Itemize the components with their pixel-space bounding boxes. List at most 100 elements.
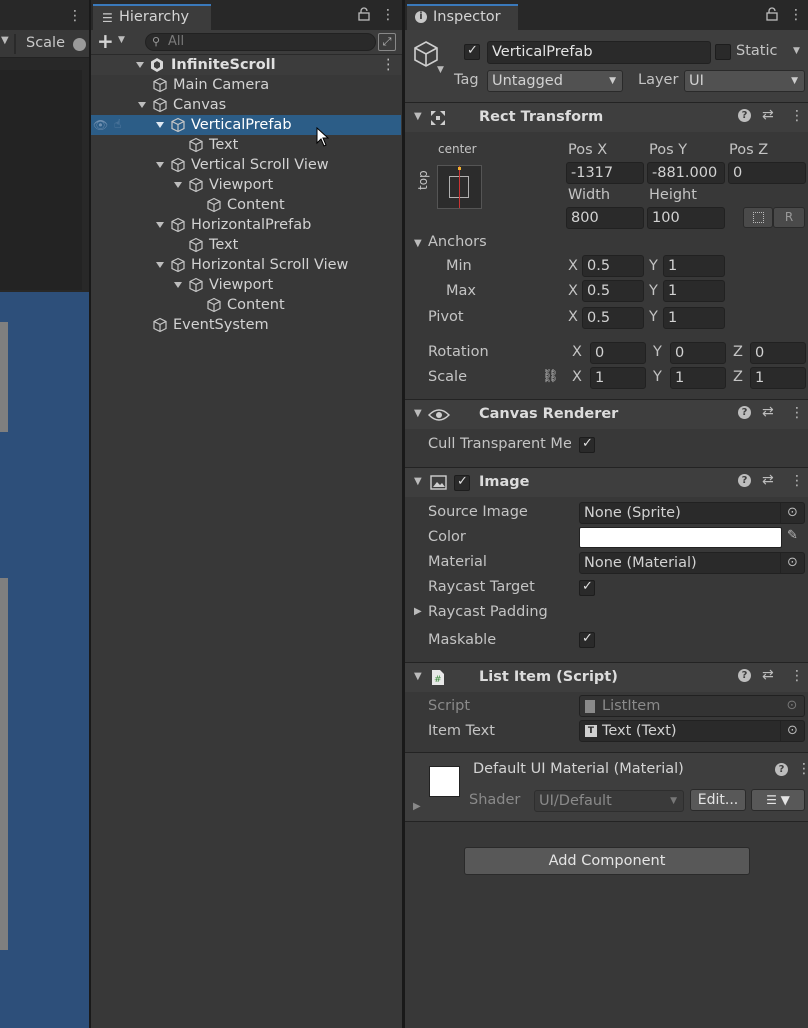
scene-search-toggle-icon[interactable]: ⤢ (378, 33, 396, 51)
hierarchy-scene-root[interactable]: InfiniteScroll ⋮ (91, 55, 401, 75)
help-icon[interactable]: ? (775, 763, 788, 776)
shader-options-button[interactable]: ☰ ▼ (751, 789, 805, 811)
add-dropdown-icon[interactable]: ▼ (118, 35, 125, 45)
pivot-y-field[interactable]: 1 (663, 307, 725, 329)
presets-icon[interactable]: ⇄ (762, 107, 774, 123)
hierarchy-item[interactable]: Text (91, 135, 401, 155)
blueprint-mode-button[interactable] (743, 207, 773, 228)
expand-arrow-icon[interactable] (135, 60, 145, 70)
help-icon[interactable]: ? (738, 406, 751, 419)
rotation-z-field[interactable]: 0 (750, 342, 806, 364)
material-expand-arrow-icon[interactable]: ▶ (413, 801, 421, 812)
static-dropdown-icon[interactable]: ▼ (793, 46, 800, 56)
anchor-max-x-field[interactable]: 0.5 (582, 280, 644, 302)
posx-field[interactable]: -1317 (566, 162, 644, 184)
hierarchy-item[interactable]: EventSystem (91, 315, 401, 335)
source-image-field[interactable]: None (Sprite) ⊙ (579, 502, 805, 524)
scene-scale-slider-handle[interactable] (73, 38, 86, 51)
eyedropper-icon[interactable]: ✎ (787, 528, 798, 543)
raycast-padding-expand-arrow-icon[interactable]: ▶ (414, 606, 422, 617)
presets-icon[interactable]: ⇄ (762, 472, 774, 488)
hierarchy-item[interactable]: Text (91, 235, 401, 255)
expand-arrow-icon[interactable] (155, 260, 165, 270)
component-more-icon[interactable]: ⋮ (790, 473, 804, 489)
expand-arrow-icon[interactable] (155, 220, 165, 230)
collapse-arrow-icon[interactable]: ▼ (414, 408, 422, 419)
inspector-more-icon[interactable]: ⋮ (789, 7, 803, 23)
pivot-x-field[interactable]: 0.5 (582, 307, 644, 329)
inspector-lock-icon[interactable] (765, 7, 779, 21)
maskable-checkbox[interactable]: ✓ (579, 631, 595, 648)
cull-transparent-mesh-checkbox[interactable]: ✓ (579, 436, 595, 453)
object-picker-icon[interactable]: ⊙ (780, 721, 804, 741)
hierarchy-item[interactable]: Canvas (91, 95, 401, 115)
hierarchy-item[interactable]: Content (91, 195, 401, 215)
scale-x-field[interactable]: 1 (590, 367, 646, 389)
icon-dropdown-icon[interactable]: ▼ (437, 65, 444, 75)
expand-arrow-icon[interactable] (155, 160, 165, 170)
pickable-hand-icon[interactable]: ☝ (114, 117, 121, 131)
rotation-x-field[interactable]: 0 (590, 342, 646, 364)
hierarchy-item[interactable]: VerticalPrefab (91, 115, 401, 135)
expand-arrow-icon[interactable] (137, 100, 147, 110)
tab-inspector[interactable]: i Inspector (407, 4, 518, 32)
anchor-presets-button[interactable] (437, 165, 482, 209)
collapse-arrow-icon[interactable]: ▼ (414, 111, 422, 122)
rect-transform-header[interactable]: ▼ Rect Transform ? ⇄ ⋮ (405, 102, 808, 132)
item-text-field[interactable]: T Text (Text) ⊙ (579, 720, 805, 742)
anchor-min-x-field[interactable]: 0.5 (582, 255, 644, 277)
image-header[interactable]: ▼ ✓ Image ? ⇄ ⋮ (405, 467, 808, 497)
width-field[interactable]: 800 (566, 207, 644, 229)
lock-icon[interactable] (357, 7, 371, 21)
component-more-icon[interactable]: ⋮ (790, 668, 804, 684)
expand-arrow-icon[interactable] (173, 180, 183, 190)
hierarchy-item[interactable]: Main Camera (91, 75, 401, 95)
color-swatch-field[interactable] (579, 527, 782, 548)
list-item-script-header[interactable]: ▼ # List Item (Script) ? ⇄ ⋮ (405, 662, 808, 692)
hierarchy-item[interactable]: Vertical Scroll View (91, 155, 401, 175)
tag-dropdown[interactable]: Untagged ▼ (487, 70, 623, 92)
canvas-renderer-header[interactable]: ▼ Canvas Renderer ? ⇄ ⋮ (405, 399, 808, 429)
raycast-target-checkbox[interactable]: ✓ (579, 579, 595, 596)
visibility-eye-icon[interactable]: 👁 (93, 118, 108, 132)
image-enabled-checkbox[interactable]: ✓ (454, 474, 470, 491)
component-more-icon[interactable]: ⋮ (790, 405, 804, 421)
hierarchy-more-icon[interactable]: ⋮ (381, 7, 395, 23)
hierarchy-item[interactable]: Content (91, 295, 401, 315)
expand-arrow-icon[interactable] (173, 280, 183, 290)
static-checkbox[interactable] (715, 44, 731, 60)
scene-root-more-icon[interactable]: ⋮ (381, 55, 396, 75)
anchor-max-y-field[interactable]: 1 (663, 280, 725, 302)
collapse-arrow-icon[interactable]: ▼ (414, 476, 422, 487)
raw-edit-button[interactable]: R (773, 207, 805, 228)
scene-more-icon[interactable]: ⋮ (68, 8, 82, 24)
add-object-button[interactable]: + (97, 29, 114, 53)
expand-arrow-icon[interactable] (155, 120, 165, 130)
layer-dropdown[interactable]: UI ▼ (684, 70, 805, 92)
help-icon[interactable]: ? (738, 109, 751, 122)
posy-field[interactable]: -881.000 (647, 162, 725, 184)
edit-shader-button[interactable]: Edit... (690, 789, 746, 811)
scale-y-field[interactable]: 1 (670, 367, 726, 389)
presets-icon[interactable]: ⇄ (762, 667, 774, 683)
help-icon[interactable]: ? (738, 669, 751, 682)
material-more-icon[interactable]: ⋮ (797, 761, 808, 777)
hierarchy-item[interactable]: Horizontal Scroll View (91, 255, 401, 275)
scale-z-field[interactable]: 1 (750, 367, 806, 389)
object-picker-icon[interactable]: ⊙ (780, 503, 804, 523)
hierarchy-item[interactable]: HorizontalPrefab (91, 215, 401, 235)
object-name-field[interactable]: VerticalPrefab (487, 41, 711, 64)
constrain-proportions-link-icon[interactable]: ⛓ (542, 369, 559, 384)
help-icon[interactable]: ? (738, 474, 751, 487)
posz-field[interactable]: 0 (728, 162, 806, 184)
active-checkbox[interactable]: ✓ (464, 43, 480, 60)
hierarchy-search-input[interactable]: ⚲ All (145, 33, 376, 51)
collapse-arrow-icon[interactable]: ▼ (414, 671, 422, 682)
anchor-min-y-field[interactable]: 1 (663, 255, 725, 277)
height-field[interactable]: 100 (647, 207, 725, 229)
component-more-icon[interactable]: ⋮ (790, 108, 804, 124)
presets-icon[interactable]: ⇄ (762, 404, 774, 420)
scene-dropdown-arrow-icon[interactable]: ▼ (1, 35, 9, 46)
anchors-expand-arrow-icon[interactable]: ▼ (414, 238, 422, 249)
add-component-button[interactable]: Add Component (464, 847, 750, 875)
